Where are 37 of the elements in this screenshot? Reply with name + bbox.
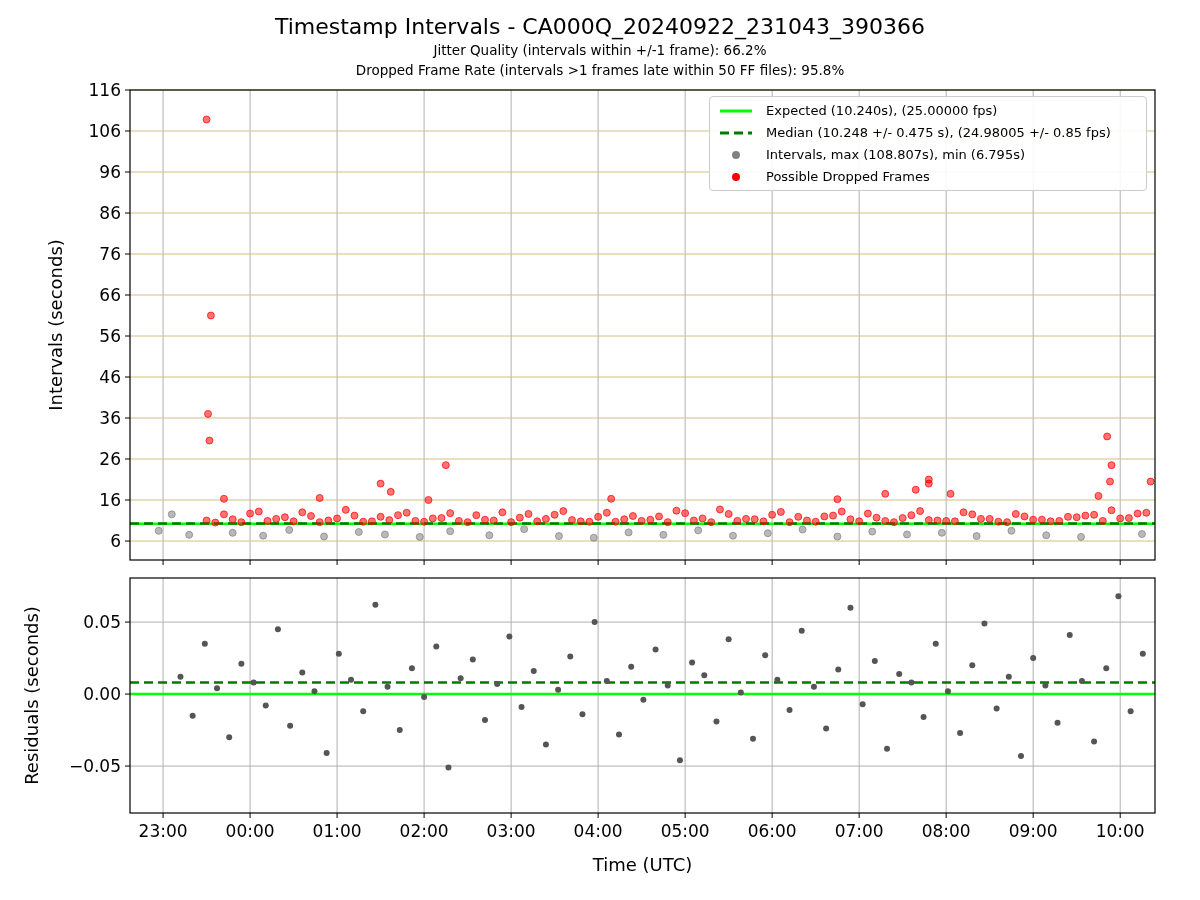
tick-label: 09:00 — [1008, 821, 1058, 841]
tick-label: 36 — [99, 408, 121, 428]
tick-label: 0.05 — [83, 612, 121, 633]
axis-label: Intervals (seconds) — [45, 239, 66, 411]
tick-label: 07:00 — [834, 821, 884, 841]
chart-subtitle: Jitter Quality (intervals within +/-1 frame): 66.2% — [433, 41, 767, 60]
tick-label: 03:00 — [486, 821, 536, 841]
tick-label: 26 — [99, 449, 121, 469]
tick-label: 66 — [99, 285, 121, 305]
tick-label: 01:00 — [312, 821, 362, 841]
chart-subtitle: Dropped Frame Rate (intervals >1 frames late within 50 FF files): 95.8% — [355, 61, 845, 80]
tick-label: 6 — [110, 531, 121, 551]
tick-label: 00:00 — [225, 821, 275, 841]
tick-label: 23:00 — [138, 821, 188, 841]
tick-label: 10:00 — [1095, 821, 1145, 841]
tick-label: 46 — [99, 367, 121, 387]
tick-label: 96 — [99, 162, 121, 182]
tick-label: 116 — [88, 80, 121, 100]
tick-label: 04:00 — [573, 821, 623, 841]
tick-label: −0.05 — [68, 756, 121, 777]
tick-label: 02:00 — [399, 821, 449, 841]
tick-label: 106 — [88, 121, 121, 141]
tick-label: 16 — [99, 490, 121, 510]
tick-label: 08:00 — [921, 821, 971, 841]
legend-label: Expected (10.240s), (25.00000 fps) — [766, 101, 998, 120]
tick-label: 06:00 — [747, 821, 797, 841]
tick-label: 86 — [99, 203, 121, 223]
tick-label: 05:00 — [660, 821, 710, 841]
axis-label: Time (UTC) — [592, 854, 693, 875]
tick-label: 76 — [99, 244, 121, 264]
chart-title: Timestamp Intervals - CA000Q_20240922_231043_390366 — [274, 13, 926, 40]
legend-label: Median (10.248 +/- 0.475 s), (24.98005 +/- 0.85 fps) — [766, 123, 1111, 142]
legend-label: Intervals, max (108.807s), min (6.795s) — [766, 145, 1025, 164]
axis-label: Residuals (seconds) — [21, 606, 42, 785]
legend-label: Possible Dropped Frames — [766, 167, 930, 186]
tick-label: 0.00 — [83, 684, 121, 705]
tick-label: 56 — [99, 326, 121, 346]
